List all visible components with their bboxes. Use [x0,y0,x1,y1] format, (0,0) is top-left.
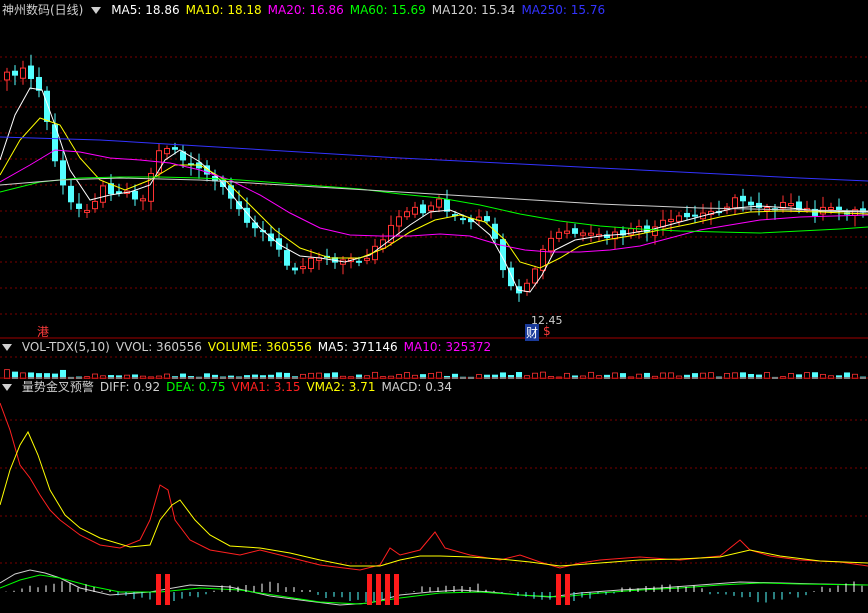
candle-down [460,218,466,221]
volume-indicator-2: VOLUME: 360556 [207,340,312,354]
volume-indicator-0: VOL-TDX(5,10) [21,340,110,354]
candle-up [580,232,586,236]
volume-legend: VOL-TDX(5,10) VVOL: 360556 VOLUME: 360556 M… [0,339,868,356]
volume-dropdown-icon[interactable] [2,344,12,351]
candle-down [132,190,138,200]
candle-down [748,201,754,206]
candle-up [548,237,554,252]
candle-up [556,231,562,239]
candle-up [164,148,170,155]
main-indicator-5: MA250: 15.76 [521,3,606,17]
kline-chart[interactable] [0,0,868,613]
candle-down [236,201,242,210]
candle-down [756,202,762,208]
candle-up [588,232,594,236]
dea-line [0,574,868,605]
candle-up [100,185,106,203]
main-indicator-2: MA20: 16.86 [267,3,344,17]
candle-up [20,67,26,79]
vma2-line [0,430,868,567]
macd-indicator-3: VMA1: 3.15 [231,380,301,394]
golden-cross-marker [556,574,561,605]
candle-up [92,200,98,210]
volume-indicator-4: MA10: 325372 [403,340,492,354]
main-legend: 神州数码(日线) MA5: 18.86 MA10: 18.18 MA20: 16.8… [0,2,868,19]
hk-connect-tag[interactable]: 港 [37,323,49,340]
macd-indicator-4: VMA2: 3.71 [306,380,376,394]
macd-indicator-1: DIFF: 0.92 [99,380,161,394]
candle-down [12,70,18,76]
main-indicator-4: MA120: 15.34 [431,3,516,17]
earnings-tag[interactable]: 财 [525,324,540,341]
candle-down [60,160,66,186]
ma10-line [0,117,868,269]
candle-down [28,65,34,79]
candle-up [140,198,146,202]
chart-title[interactable]: 神州数码(日线) [2,3,83,17]
candle-up [564,230,570,234]
candle-down [692,214,698,217]
candle-up [308,257,314,269]
candle-down [484,216,490,222]
candle-down [836,206,842,210]
vma1-line [0,402,868,571]
candle-down [572,228,578,234]
golden-cross-marker [376,574,381,605]
macd-indicator-5: MACD: 0.34 [381,380,452,394]
candle-down [76,203,82,209]
candle-up [732,197,738,209]
golden-cross-marker [565,574,570,605]
candle-up [436,198,442,208]
golden-cross-marker [394,574,399,605]
candle-down [420,204,426,214]
dropdown-triangle-icon[interactable] [91,7,102,14]
golden-cross-marker [165,574,170,605]
candle-up [148,172,154,202]
golden-cross-marker [385,574,390,605]
main-indicator-3: MA60: 15.69 [349,3,426,17]
candle-up [4,71,10,81]
candle-up [532,268,538,284]
candle-up [396,216,402,227]
candle-up [668,218,674,223]
candle-down [684,212,690,218]
candle-down [172,147,178,150]
candle-up [412,206,418,215]
macd-legend: 量势金叉预警 DIFF: 0.92 DEA: 0.75 VMA1: 3.15 VMA2:… [0,379,868,396]
candle-down [68,185,74,203]
main-indicator-0: MA5: 18.86 [111,3,180,17]
candle-down [356,260,362,263]
volume-indicator-3: MA5: 371146 [317,340,398,354]
candle-up [676,215,682,222]
golden-cross-marker [156,574,161,605]
candle-down [740,195,746,202]
candle-up [84,209,90,213]
candle-down [284,250,290,266]
macd-indicator-2: DEA: 0.75 [166,380,226,394]
ma5-line [0,87,868,293]
macd-dropdown-icon[interactable] [2,384,12,391]
candle-down [292,267,298,271]
candle-up [364,257,370,261]
candle-down [44,90,50,122]
candle-up [524,282,530,292]
volume-indicator-1: VVOL: 360556 [115,340,202,354]
candle-up [628,228,634,236]
candle-up [828,206,834,210]
golden-cross-marker [367,574,372,605]
candle-up [404,211,410,218]
main-indicator-1: MA10: 18.18 [185,3,262,17]
candle-up [788,203,794,207]
candle-up [428,205,434,212]
macd-indicator-0: 量势金叉预警 [21,380,94,394]
dividend-tag[interactable]: $ [543,324,551,338]
candle-up [300,266,306,270]
diff-line [0,569,868,606]
